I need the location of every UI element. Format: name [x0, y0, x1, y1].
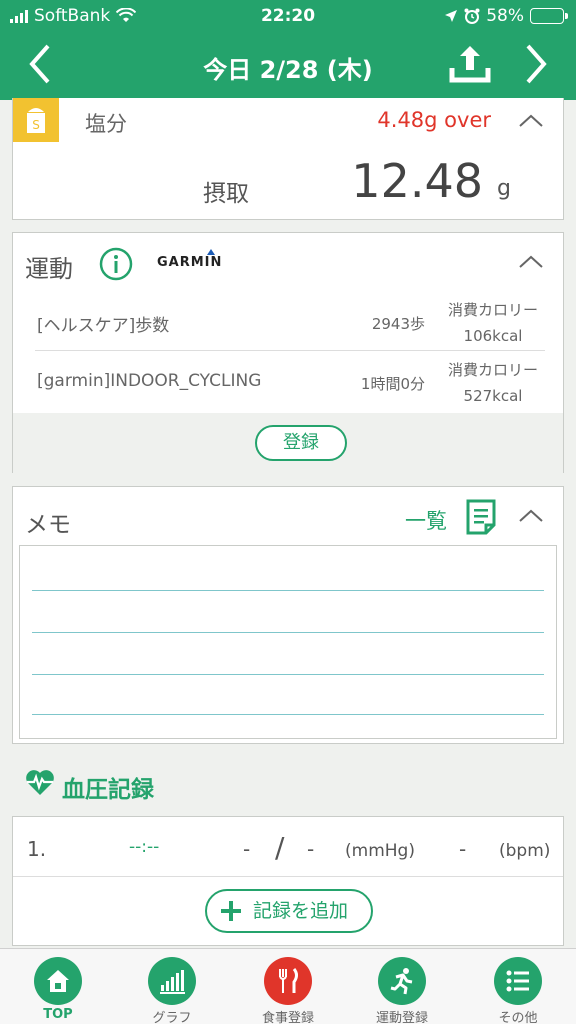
battery-icon: [530, 8, 568, 24]
salt-card: S 塩分 4.48g over 摂取 12.48 g: [12, 98, 564, 220]
bp-pulse[interactable]: -: [459, 837, 466, 861]
memo-list-link[interactable]: 一覧: [405, 505, 447, 535]
upload-icon[interactable]: [446, 42, 494, 86]
garmin-triangle-icon: [207, 249, 215, 255]
exercise-row[interactable]: [garmin]INDOOR_CYCLING 1時間0分 消費カロリー 527k…: [35, 351, 545, 411]
chevron-up-icon[interactable]: [517, 253, 545, 271]
alarm-icon: [464, 8, 480, 24]
add-record-label: 記録を追加: [253, 900, 349, 922]
calorie-value: 106kcal: [463, 327, 523, 345]
home-icon: [34, 957, 82, 1005]
bp-unit-bpm: (bpm): [499, 841, 551, 861]
salt-intake-unit: g: [497, 176, 511, 201]
bp-separator: /: [275, 831, 285, 864]
heart-pulse-icon: [26, 770, 54, 795]
chevron-up-icon[interactable]: [517, 112, 545, 130]
tab-exercise-entry[interactable]: 運動登録: [352, 955, 452, 1024]
bp-systolic[interactable]: -: [243, 837, 250, 861]
bp-record-row[interactable]: 1. --:-- - / - (mmHg) - (bpm): [13, 817, 563, 877]
bp-record-time[interactable]: --:--: [129, 837, 159, 857]
exercise-card: 運動 GARMIN [ヘルスケア]歩数 2943歩 消費カロリー 106kcal…: [12, 232, 564, 473]
exercise-title: 運動: [25, 255, 73, 283]
salt-intake-label: 摂取: [203, 181, 249, 207]
bp-record-number: 1.: [27, 837, 47, 861]
salt-shaker-icon: S: [13, 98, 59, 142]
exercise-row[interactable]: [ヘルスケア]歩数 2943歩 消費カロリー 106kcal: [35, 291, 545, 351]
chevron-right-icon[interactable]: [516, 42, 556, 86]
tab-label: グラフ: [152, 1011, 192, 1024]
tab-bar: TOP グラフ 食事登録 運動登録 その他: [0, 948, 576, 1024]
memo-rule-line: [32, 632, 544, 633]
garmin-logo: GARMIN: [157, 255, 223, 270]
blood-pressure-card: 1. --:-- - / - (mmHg) - (bpm) 記録を追加: [12, 816, 564, 946]
memo-title: メモ: [25, 512, 71, 538]
add-record-button[interactable]: 記録を追加: [205, 889, 373, 933]
tab-top[interactable]: TOP: [8, 955, 108, 1024]
tab-label: 運動登録: [375, 1011, 428, 1024]
memo-card: メモ 一覧: [12, 486, 564, 744]
battery-percent: 58%: [486, 6, 524, 26]
exercise-name: [ヘルスケア]歩数: [37, 316, 170, 336]
register-button[interactable]: 登録: [255, 425, 347, 461]
memo-textarea[interactable]: [19, 545, 557, 739]
list-icon: [494, 957, 542, 1005]
runner-icon: [378, 957, 426, 1005]
tab-label: 食事登録: [261, 1011, 314, 1024]
memo-rule-line: [32, 590, 544, 591]
tab-graph[interactable]: グラフ: [122, 955, 222, 1024]
svg-text:S: S: [32, 118, 40, 132]
salt-over-amount: 4.48g over: [377, 108, 491, 132]
app-header: SoftBank 22:20 58% 今日 2/28 (木): [0, 0, 576, 100]
calorie-label: 消費カロリー: [447, 361, 538, 379]
exercise-name: [garmin]INDOOR_CYCLING: [37, 371, 262, 391]
date-navigation: 今日 2/28 (木): [0, 36, 576, 96]
calorie-value: 527kcal: [463, 387, 523, 405]
memo-rule-line: [32, 674, 544, 675]
tab-meal-entry[interactable]: 食事登録: [238, 955, 338, 1024]
bar-chart-icon: [148, 957, 196, 1005]
exercise-amount: 1時間0分: [360, 375, 425, 393]
tab-label: その他: [498, 1011, 538, 1024]
salt-intake-value: 12.48: [351, 154, 483, 208]
bp-unit-mmhg: (mmHg): [345, 841, 415, 861]
plus-icon: [221, 901, 241, 921]
status-bar: SoftBank 22:20 58%: [0, 4, 576, 30]
blood-pressure-title: 血圧記録: [62, 777, 154, 803]
document-icon[interactable]: [465, 499, 497, 535]
calorie-label: 消費カロリー: [447, 301, 538, 319]
exercise-amount: 2943歩: [371, 315, 425, 333]
memo-rule-line: [32, 714, 544, 715]
info-icon[interactable]: [99, 247, 133, 281]
salt-label: 塩分: [85, 112, 127, 136]
location-icon: [445, 10, 458, 22]
fork-knife-icon: [264, 957, 312, 1005]
bp-diastolic[interactable]: -: [307, 837, 314, 861]
tab-other[interactable]: その他: [468, 955, 568, 1024]
chevron-up-icon[interactable]: [517, 507, 545, 525]
exercise-footer: 登録: [13, 413, 563, 473]
tab-label: TOP: [43, 1007, 73, 1022]
